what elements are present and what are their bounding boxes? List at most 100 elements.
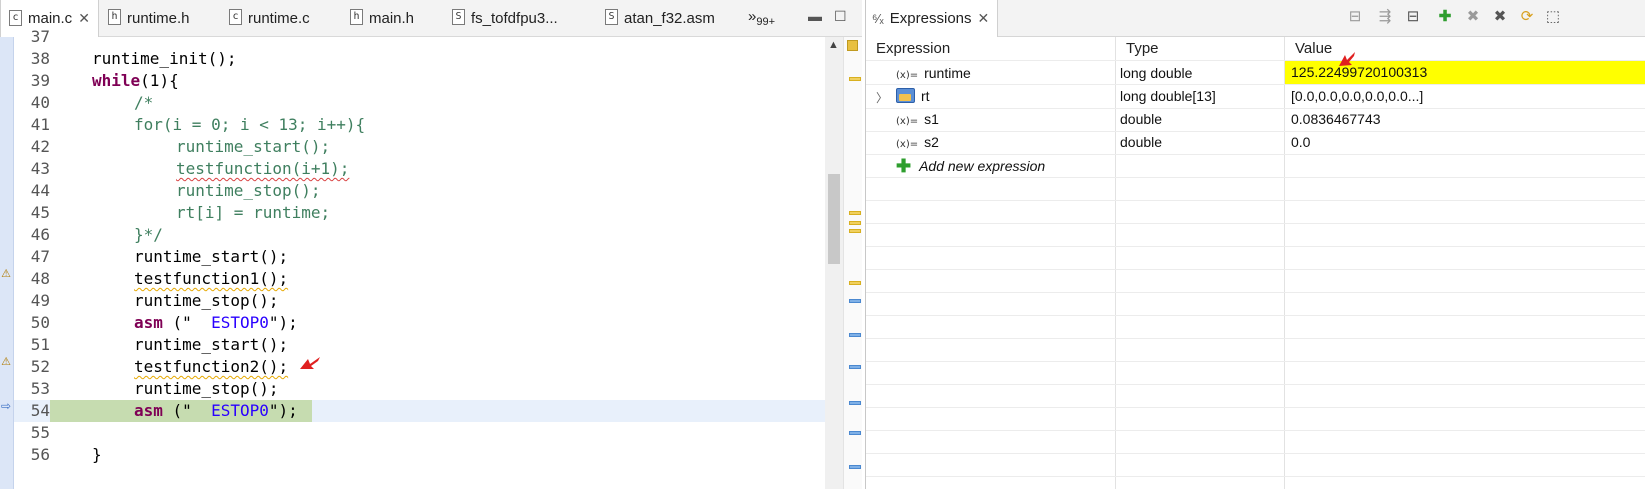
code-text: runtime_stop(); [134,291,279,310]
overview-mark[interactable] [849,299,861,303]
tab-label: main.c [28,10,73,27]
asm-file-icon: S [452,9,465,25]
code-editor[interactable]: c main.c ✕ h runtime.h c runtime.c h mai… [0,0,862,489]
overview-mark[interactable] [849,211,861,215]
row-divider [866,246,1645,247]
annotation-ruler [0,37,14,489]
column-header-type[interactable]: Type [1116,37,1159,60]
overview-mark[interactable] [849,333,861,337]
vertical-scrollbar[interactable]: ▲ [825,37,843,489]
collapse-all-icon[interactable]: ⊟ [1404,8,1422,26]
red-arrow-icon [1339,52,1355,66]
overview-mark[interactable] [849,77,861,81]
table-row[interactable]: rt [896,85,930,108]
code-text: runtime_start(); [134,247,289,266]
table-row[interactable]: (x)= s2 [896,131,939,154]
c-file-icon: c [9,9,22,26]
keyword: asm [134,401,163,420]
keyword: asm [134,313,163,332]
code-text: asm (" ESTOP0"); [134,400,298,422]
add-icon: ✚ [896,156,912,176]
code-text: } [92,445,102,464]
line-number: 49 [30,291,50,310]
minimize-icon[interactable]: ▬ [808,8,822,24]
code-fragment: (" [162,401,192,420]
code-line: 56} [14,444,825,466]
refresh-icon[interactable]: ⟳ [1518,8,1536,26]
current-line: 54 asm (" ESTOP0"); [14,400,825,422]
row-divider [866,361,1645,362]
row-divider [866,108,1645,109]
expressions-view: ⁶⁄ₓ Expressions ✕ ⊟ ⇶ ⊟ ✚ ✖ ✖ ⟳ ⬚ Expres… [865,0,1645,489]
close-tab-icon[interactable]: ✕ [978,10,990,27]
h-file-icon: h [350,9,363,25]
warning-icon[interactable]: ⚠ [0,355,12,369]
row-divider [866,476,1645,477]
expression-name: rt [921,88,930,104]
overview-status-icon[interactable] [847,40,858,51]
expression-type: long double [1120,65,1193,81]
table-row[interactable]: (x)= s1 [896,108,939,131]
code-line: 52 testfunction2(); [14,356,825,378]
code-text: asm (" ESTOP0"); [134,312,298,334]
column-header-value[interactable]: Value [1285,37,1332,60]
show-logical-structure-icon[interactable]: ⇶ [1376,8,1394,26]
overview-mark[interactable] [849,465,861,469]
tab-label: fs_tofdfpu3... [471,9,558,27]
row-divider [866,384,1645,385]
line-number: 44 [30,181,50,200]
tab-label: main.h [369,9,415,27]
remove-expression-icon[interactable]: ✖ [1464,8,1482,26]
scroll-up-icon[interactable]: ▲ [828,39,839,51]
column-divider[interactable] [1115,37,1116,489]
row-divider [866,407,1645,408]
expression-name: s2 [924,134,939,150]
tab-label: atan_f32.asm [624,9,715,27]
code-text: runtime_start(); [134,335,289,354]
expression-value[interactable]: [0.0,0.0,0.0,0.0,0.0...] [1291,85,1423,108]
code-line: 46}*/ [14,224,825,246]
row-divider [866,177,1645,178]
line-number: 53 [30,379,50,398]
overview-mark[interactable] [849,221,861,225]
add-expression-icon[interactable]: ✚ [1436,8,1454,26]
scrollbar-thumb[interactable] [828,174,840,264]
overview-ruler[interactable] [843,37,862,489]
line-number: 47 [30,247,50,266]
code-area[interactable]: 37 38 runtime_init(); 39 while(1){ 40 /* 41… [14,27,825,489]
view-menu-icon[interactable]: ⬚ [1544,8,1562,26]
row-divider [866,200,1645,201]
table-row[interactable]: (x)= runtime [896,62,971,85]
overview-mark[interactable] [849,229,861,233]
line-number: 38 [30,49,50,68]
h-file-icon: h [108,9,121,25]
expression-type: long double[13] [1120,88,1216,104]
overview-mark[interactable] [849,365,861,369]
code-line: 42 runtime_start(); [14,136,825,158]
tab-expressions[interactable]: ⁶⁄ₓ Expressions ✕ [866,0,999,37]
line-number: 46 [30,225,50,244]
show-type-names-icon[interactable]: ⊟ [1346,8,1364,26]
line-number: 54 [30,401,50,420]
chevron-right-icon[interactable]: 〉 [876,89,888,106]
expression-value[interactable]: 0.0 [1291,131,1310,154]
warning-icon[interactable]: ⚠ [0,267,12,281]
remove-all-expressions-icon[interactable]: ✖ [1491,8,1509,26]
maximize-icon[interactable]: ☐ [834,8,847,25]
row-divider [866,315,1645,316]
overview-mark[interactable] [849,401,861,405]
column-header-expression[interactable]: Expression [866,37,950,60]
code-line: 37 [14,26,825,48]
add-new-expression[interactable]: ✚ Add new expression [896,154,1045,177]
tab-label: runtime.c [248,9,310,27]
overview-mark[interactable] [849,281,861,285]
overview-mark[interactable] [849,431,861,435]
line-number: 41 [30,115,50,134]
column-divider[interactable] [1284,37,1285,489]
expression-name: s1 [924,111,939,127]
code-line: 47 runtime_start(); [14,246,825,268]
expression-value[interactable]: 0.0836467743 [1291,108,1381,131]
more-tabs-button[interactable]: »99+ [748,8,775,28]
close-tab-icon[interactable]: ✕ [78,10,90,27]
code-line: 55 [14,422,825,444]
